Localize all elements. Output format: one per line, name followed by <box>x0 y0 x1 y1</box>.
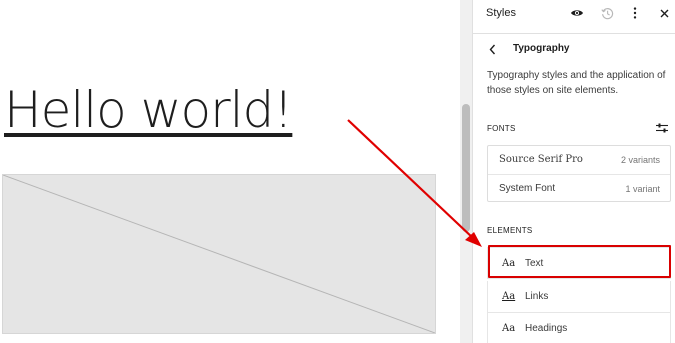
font-row-system-font[interactable]: System Font 1 variant <box>488 174 670 202</box>
element-row-headings[interactable]: Aa Headings <box>487 313 671 343</box>
typography-preview-icon: Aa <box>502 291 516 302</box>
eye-icon <box>571 10 583 16</box>
image-placeholder[interactable] <box>2 174 436 334</box>
element-label: Links <box>525 291 549 302</box>
placeholder-diagonal <box>3 175 435 333</box>
styles-sidebar: Styles Typography Typography styles and … <box>472 0 675 343</box>
chevron-left-icon <box>489 44 496 54</box>
font-variants: 2 variants <box>620 155 660 165</box>
font-name: Source Serif Pro <box>499 154 583 165</box>
fonts-heading: FONTS <box>487 124 516 133</box>
font-variants: 1 variant <box>625 184 660 194</box>
elements-heading: ELEMENTS <box>487 226 533 235</box>
font-settings-button[interactable] <box>654 121 670 135</box>
element-row-text[interactable]: Aa Text <box>487 247 671 279</box>
sidebar-title: Styles <box>486 7 516 19</box>
sidebar-header: Styles <box>473 0 675 34</box>
more-options-button[interactable] <box>625 4 645 22</box>
heading-hello-world[interactable]: Hello world! <box>4 80 293 140</box>
scrollbar-thumb[interactable] <box>462 104 470 232</box>
back-button[interactable] <box>489 41 501 57</box>
canvas-scrollbar[interactable] <box>460 0 472 343</box>
font-row-source-serif-pro[interactable]: Source Serif Pro 2 variants <box>488 146 670 174</box>
close-icon <box>660 9 668 17</box>
preview-button[interactable] <box>567 4 587 22</box>
typography-preview-icon: Aa <box>502 323 516 334</box>
element-row-links[interactable]: Aa Links <box>487 281 671 313</box>
panel-description: Typography styles and the application of… <box>487 70 666 96</box>
history-icon <box>600 7 613 19</box>
fonts-list: Source Serif Pro 2 variants System Font … <box>487 145 671 202</box>
editor-canvas: Hello world! <box>0 0 460 343</box>
panel-title: Typography <box>513 43 570 54</box>
element-label: Headings <box>525 323 568 334</box>
sliders-icon <box>656 123 668 133</box>
revisions-button[interactable] <box>597 4 617 22</box>
font-name: System Font <box>499 183 556 194</box>
more-vertical-icon <box>633 7 637 19</box>
typography-preview-icon: Aa <box>502 258 516 269</box>
element-label: Text <box>525 258 544 269</box>
typography-nav: Typography <box>473 38 675 60</box>
close-button[interactable] <box>654 4 674 22</box>
